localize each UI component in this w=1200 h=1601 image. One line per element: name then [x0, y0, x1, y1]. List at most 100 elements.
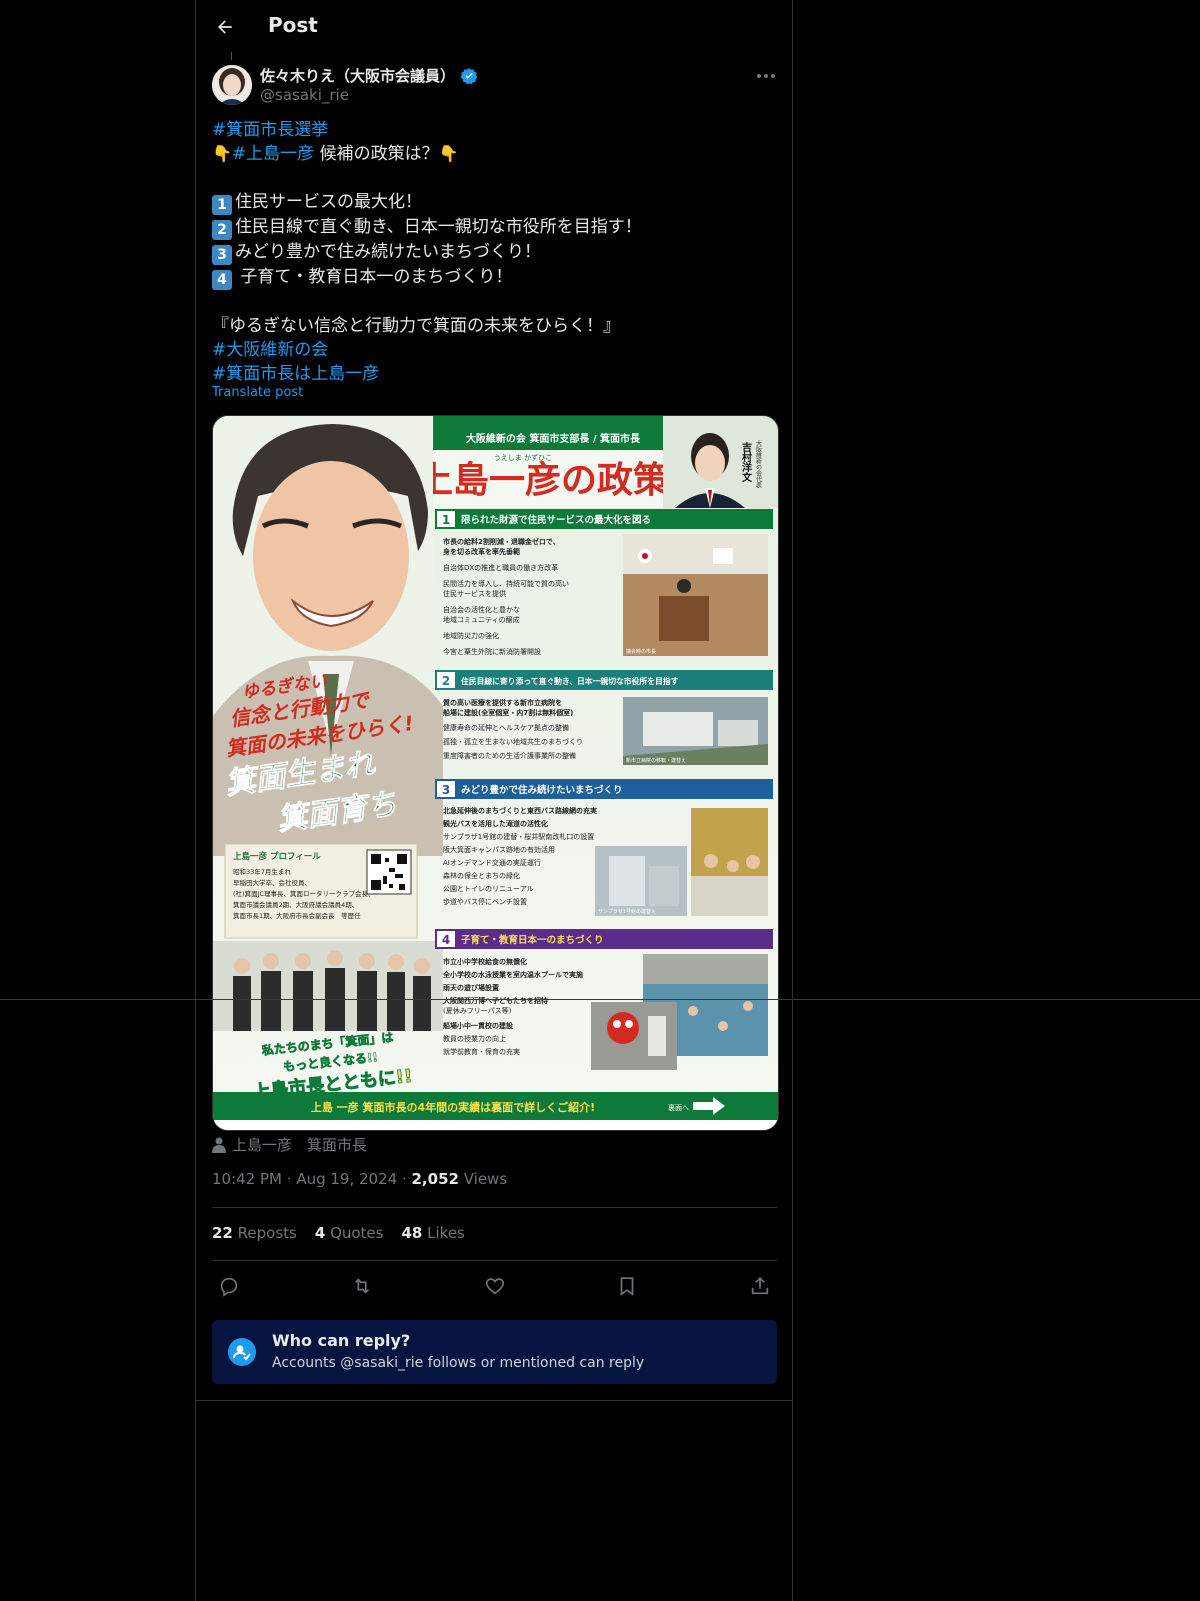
profile-line: 箕面市議会議員2期、大阪府議会議員4期、 — [233, 900, 358, 909]
sec3-caption: サンプラザ1号館の建替え — [598, 908, 656, 915]
image-tag-row[interactable]: 上島一彦 箕面市長 — [212, 1134, 367, 1155]
action-bar — [212, 1271, 777, 1301]
hashtag-link[interactable]: #大阪維新の会 — [212, 340, 328, 360]
sec1-item: 自治体DXの推進と職員の働き方改革 — [443, 563, 558, 572]
likes-count: 48 — [401, 1224, 423, 1242]
divider — [212, 1260, 777, 1261]
sec2-item: 孤独・孤立を生まない地域共生のまちづくり — [443, 737, 583, 746]
header: Post — [196, 0, 792, 54]
profile-title: 上島一彦 プロフィール — [233, 851, 321, 862]
sec2-item: 質の高い医療を提供する新市立病院を — [443, 698, 562, 707]
like-icon — [485, 1278, 504, 1295]
person-icon — [212, 1137, 226, 1153]
repost-icon — [354, 1278, 369, 1294]
section-3-number: 3 — [442, 783, 450, 797]
section-1-number: 1 — [442, 513, 450, 527]
author-name-row[interactable]: 佐々木りえ（大阪市会議員） — [260, 65, 478, 86]
sec4-item: 教員の授業力の向上 — [443, 1034, 506, 1043]
bookmark-button[interactable] — [610, 1271, 644, 1301]
author-handle[interactable]: @sasaki_rie — [260, 86, 349, 104]
sec1-item: 市長の給料2割削減・退職金ゼロで、 — [443, 537, 560, 546]
share-icon — [751, 1277, 769, 1295]
sec3-item: 北急延伸後のまちづくりと東西バス路線網の充実 — [443, 806, 597, 815]
who-can-reply-box: Who can reply? Accounts @sasaki_rie foll… — [212, 1320, 777, 1384]
sec4-item: 大阪関西万博へ子どもたちを招待 — [443, 996, 548, 1005]
profile-line: (社)箕面JC理事長、箕面ロータリークラブ会長、 — [233, 889, 375, 898]
reposts-label: Reposts — [237, 1224, 297, 1242]
tweet-text: #箕面市長選挙 👇#上島一彦 候補の政策は？👇 1 住民サービスの最大化！ 2 住民… — [212, 118, 777, 386]
section-1-title: 限られた財源で住民サービスの最大化を図る — [461, 514, 651, 526]
community-photo — [691, 808, 768, 916]
likes-stat[interactable]: 48 Likes — [401, 1224, 464, 1242]
sec3-item: AIオンデマンド交通の実証運行 — [443, 858, 541, 867]
sec1-item: 民間活力を導入し、持続可能で質の高い — [443, 579, 569, 588]
flyer-org-line: 大阪維新の会 箕面市支部長 / 箕面市長 — [466, 432, 641, 445]
leader-name: 吉村洋文 — [740, 441, 752, 483]
mascot-photo — [591, 1002, 677, 1070]
reply-button[interactable] — [212, 1271, 246, 1301]
sec1-item: 地域防災力の強化 — [443, 631, 499, 640]
sec4-item: 船場小中一貫校の建設 — [443, 1021, 514, 1030]
reply-box-title: Who can reply? — [272, 1331, 411, 1350]
sec2-item: 船場に建設(全室個室・内7割は無料個室) — [443, 708, 573, 717]
sec1-item: 今宮と粟生外院に新消防署開設 — [443, 647, 541, 656]
sec3-item: 歩道やバス停にベンチ設置 — [443, 897, 527, 906]
sec1-item: 身を切る改革を率先垂範 — [442, 547, 520, 556]
quotes-stat[interactable]: 4 Quotes — [315, 1224, 384, 1242]
sec1-caption: 議会時の市長 — [626, 648, 656, 655]
more-icon — [757, 74, 775, 78]
sec4-item: (夏休みフリーパス等) — [443, 1006, 512, 1015]
tweet-line: 住民サービスの最大化！ — [235, 192, 422, 212]
pointing-down-icon: 👇 — [438, 144, 459, 163]
tweet-line: 『ゆるぎない信念と行動力で箕面の未来をひらく！』 — [212, 316, 620, 336]
main-column: Post 佐々木りえ（大阪市会議員） @sasaki_rie #箕面市長選挙 👇… — [195, 0, 793, 1601]
hashtag-link[interactable]: #箕面市長は上島一彦 — [212, 364, 379, 384]
flyer-headline: 上島一彦の政策 — [417, 460, 669, 501]
keycap-icon: 4 — [212, 270, 232, 290]
sec1-item: 住民サービスを提供 — [443, 589, 506, 598]
reply-icon — [220, 1277, 238, 1297]
bookmark-icon — [620, 1277, 634, 1296]
post-time[interactable]: 10:42 PM — [212, 1170, 282, 1188]
repost-button[interactable] — [345, 1271, 379, 1301]
flyer-footer-text: 上島 一彦 箕面市長の4年間の実績は裏面で詳しくご紹介! — [311, 1100, 595, 1114]
sec1-item: 自治会の活性化と豊かな — [443, 605, 520, 614]
profile-box: 上島一彦 プロフィール 昭和33年7月生まれ 早稲田大学卒、会社役員、 (社)箕… — [224, 843, 418, 939]
section-2-title: 住民目線に寄り添って直ぐ動き、日本一親切な市役所を目指す — [461, 676, 679, 686]
sec4-item: 全小学校の水泳授業を室内温水プールで実施 — [442, 970, 583, 979]
reply-settings-icon — [228, 1338, 256, 1366]
sec3-item: 観光バスを活用した滝道の活性化 — [443, 819, 548, 828]
sec4-item: 市立小中学校給食の無償化 — [443, 957, 527, 966]
divider — [196, 1400, 792, 1401]
tweet-line: 住民目線で直ぐ動き、日本一親切な市役所を目指す！ — [235, 217, 642, 237]
section-2-number: 2 — [442, 674, 450, 688]
overlay-line — [0, 999, 1200, 1000]
sec3-item: 森林の保全とまちの緑化 — [443, 871, 520, 880]
section-4-number: 4 — [442, 933, 450, 947]
author-name[interactable]: 佐々木りえ（大阪市会議員） — [260, 65, 455, 86]
image-tag-label[interactable]: 上島一彦 箕面市長 — [232, 1134, 367, 1155]
thread-connector — [231, 52, 232, 60]
hashtag-link[interactable]: #上島一彦 — [232, 144, 314, 164]
divider — [212, 1207, 777, 1208]
views-count: 2,052 — [411, 1170, 459, 1188]
back-arrow-icon — [218, 20, 232, 34]
share-button[interactable] — [743, 1271, 777, 1301]
translate-link[interactable]: Translate post — [212, 385, 303, 400]
post-date[interactable]: Aug 19, 2024 — [296, 1170, 397, 1188]
post-image[interactable]: 大阪維新の会 箕面市支部長 / 箕面市長 うえしま かずひこ 上島一彦の政策 大… — [212, 415, 779, 1131]
sec2-item: 健康寿命の延伸とヘルスケア拠点の整備 — [443, 723, 569, 732]
hashtag-link[interactable]: #箕面市長選挙 — [212, 120, 328, 140]
keycap-icon: 2 — [212, 220, 232, 240]
reposts-stat[interactable]: 22 Reposts — [212, 1224, 297, 1242]
avatar[interactable] — [212, 65, 252, 105]
more-button[interactable] — [754, 66, 778, 86]
keycap-icon: 3 — [212, 245, 232, 265]
like-button[interactable] — [478, 1271, 512, 1301]
hospital-photo: 新市立病院の移転・建替え — [623, 697, 768, 765]
engagement-stats: 22 Reposts 4 Quotes 48 Likes — [212, 1224, 465, 1242]
post-meta: 10:42 PM · Aug 19, 2024 · 2,052 Views — [212, 1170, 508, 1188]
back-button[interactable] — [210, 12, 240, 42]
sec3-item: 公園とトイレのリニューアル — [443, 885, 534, 893]
profile-line: 昭和33年7月生まれ — [233, 867, 291, 876]
